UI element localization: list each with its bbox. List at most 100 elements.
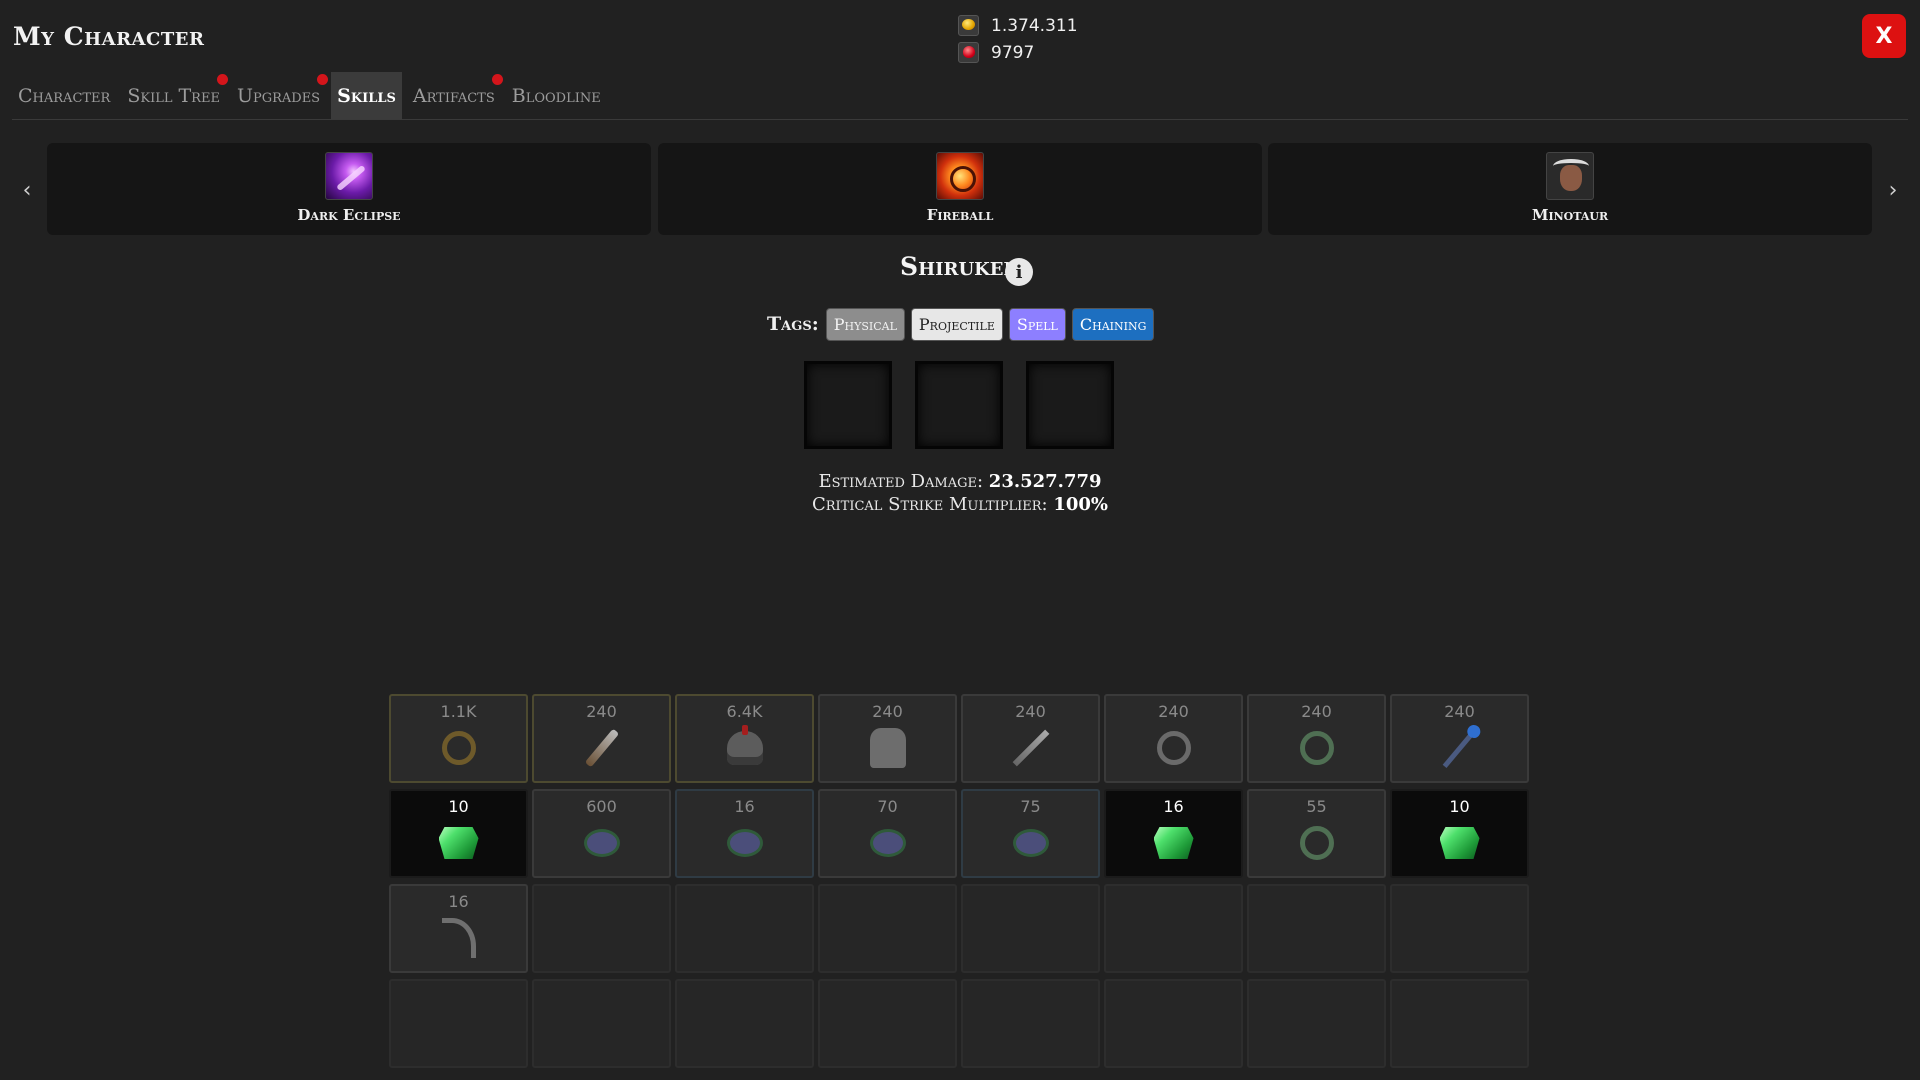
inventory-slot-empty[interactable] [675, 884, 814, 973]
tag-projectile: Projectile [910, 307, 1003, 341]
tab-bar: Character Skill Tree Upgrades Skills Art… [12, 72, 612, 120]
sword-icon [1012, 729, 1049, 767]
gem-currency: 9797 [958, 39, 1078, 66]
spider-icon [872, 832, 903, 854]
inventory-slot[interactable]: 70 [818, 789, 957, 878]
inventory-slot[interactable]: 600 [532, 789, 671, 878]
spider-icon [586, 832, 617, 854]
staff-icon [1442, 728, 1477, 768]
gold-coin-icon [958, 15, 979, 36]
tab-skills[interactable]: Skills [331, 72, 402, 120]
item-quantity: 16 [734, 797, 755, 816]
item-quantity: 6.4K [726, 702, 763, 721]
ring-icon [1299, 826, 1334, 860]
spider-icon [729, 832, 760, 854]
scythe-icon [441, 918, 476, 958]
inventory-slot[interactable]: 10 [389, 789, 528, 878]
item-quantity: 10 [1449, 797, 1470, 816]
item-quantity: 16 [448, 892, 469, 911]
inventory-slot[interactable]: 75 [961, 789, 1100, 878]
item-quantity: 240 [1444, 702, 1475, 721]
helmet-icon [726, 725, 763, 765]
tab-divider [12, 119, 1908, 120]
skill-stats: Estimated Damage: 23.527.779 Critical St… [0, 470, 1920, 516]
tab-upgrades[interactable]: Upgrades [231, 72, 329, 120]
inventory-slot-empty[interactable] [1247, 979, 1386, 1068]
item-quantity: 600 [586, 797, 617, 816]
inventory-slot[interactable]: 6.4K [675, 694, 814, 783]
tab-character[interactable]: Character [12, 72, 116, 120]
support-slot[interactable] [804, 361, 892, 449]
inventory-slot[interactable]: 1.1K [389, 694, 528, 783]
ring-icon [1156, 731, 1191, 765]
skill-card-dark-eclipse[interactable]: Dark Eclipse [47, 143, 651, 235]
tab-label: Bloodline [511, 85, 601, 107]
support-slot[interactable] [915, 361, 1003, 449]
ring-icon [1299, 731, 1334, 765]
item-quantity: 240 [1301, 702, 1332, 721]
inventory-slot-empty[interactable] [1390, 979, 1529, 1068]
inventory-slot[interactable]: 10 [1390, 789, 1529, 878]
skill-tags: Tags: Physical Projectile Spell Chaining [767, 307, 1160, 341]
ring-icon [441, 731, 476, 765]
inventory-slot-empty[interactable] [532, 884, 671, 973]
inventory-slot-empty[interactable] [1104, 979, 1243, 1068]
inventory-slot[interactable]: 16 [389, 884, 528, 973]
tab-label: Skills [337, 85, 396, 107]
inventory-slot[interactable]: 240 [1247, 694, 1386, 783]
inventory-slot-empty[interactable] [1247, 884, 1386, 973]
skill-card-minotaur[interactable]: Minotaur [1268, 143, 1872, 235]
support-gem-slots [804, 361, 1137, 449]
inventory-slot[interactable]: 240 [1390, 694, 1529, 783]
tag-physical: Physical [825, 307, 905, 341]
inventory-slot[interactable]: 240 [818, 694, 957, 783]
inventory-slot-empty[interactable] [1104, 884, 1243, 973]
close-button[interactable]: X [1862, 14, 1906, 58]
item-quantity: 240 [1015, 702, 1046, 721]
minotaur-icon [1546, 152, 1594, 200]
tab-bloodline[interactable]: Bloodline [506, 72, 607, 120]
tab-label: Artifacts [412, 85, 495, 107]
dark-eclipse-icon [325, 152, 373, 200]
emerald-icon [1153, 827, 1194, 859]
inventory-slot-empty[interactable] [675, 979, 814, 1068]
carousel-next-chevron-icon[interactable]: › [1878, 175, 1908, 205]
fireball-icon [936, 152, 984, 200]
tag-spell: Spell [1008, 307, 1066, 341]
item-quantity: 10 [448, 797, 469, 816]
tab-label: Character [18, 85, 111, 107]
notification-dot [491, 74, 503, 85]
inventory-slot[interactable]: 240 [1104, 694, 1243, 783]
support-slot[interactable] [1026, 361, 1114, 449]
armor-icon [869, 728, 906, 768]
stat-label: Estimated Damage: [818, 471, 984, 492]
emerald-icon [438, 827, 479, 859]
notification-dot [317, 74, 329, 85]
tab-artifacts[interactable]: Artifacts [407, 72, 503, 120]
inventory-slot-empty[interactable] [818, 979, 957, 1068]
tags-label: Tags: [767, 313, 819, 335]
gold-amount: 1.374.311 [991, 15, 1078, 36]
inventory-slot[interactable]: 55 [1247, 789, 1386, 878]
tab-label: Skill Tree [127, 85, 220, 107]
tag-chaining: Chaining [1071, 307, 1155, 341]
info-icon[interactable]: i [1005, 258, 1033, 286]
inventory-slot[interactable]: 240 [532, 694, 671, 783]
inventory-slot-empty[interactable] [818, 884, 957, 973]
gem-amount: 9797 [991, 42, 1035, 63]
red-gem-icon [958, 42, 979, 63]
tab-skill-tree[interactable]: Skill Tree [121, 72, 228, 120]
inventory-slot[interactable]: 16 [1104, 789, 1243, 878]
carousel-prev-chevron-icon[interactable]: ‹ [12, 175, 42, 205]
skill-card-fireball[interactable]: Fireball [658, 143, 1262, 235]
inventory-slot-empty[interactable] [389, 979, 528, 1068]
inventory-slot[interactable]: 16 [675, 789, 814, 878]
inventory-slot[interactable]: 240 [961, 694, 1100, 783]
stat-value: 100% [1053, 494, 1109, 515]
critical-strike-multiplier: Critical Strike Multiplier: 100% [0, 493, 1920, 516]
inventory-slot-empty[interactable] [961, 884, 1100, 973]
item-quantity: 240 [586, 702, 617, 721]
inventory-slot-empty[interactable] [961, 979, 1100, 1068]
inventory-slot-empty[interactable] [532, 979, 671, 1068]
inventory-slot-empty[interactable] [1390, 884, 1529, 973]
